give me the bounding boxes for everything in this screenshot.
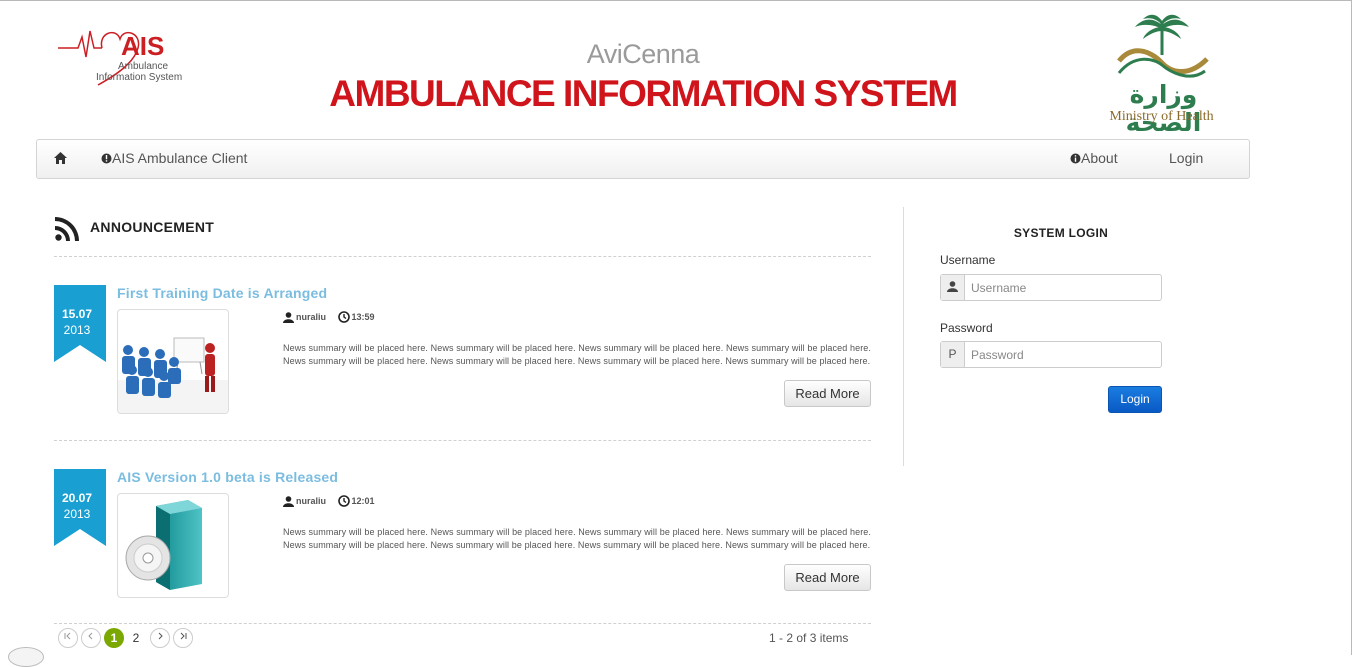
user-icon [947,281,958,292]
news-year: 2013 [63,507,91,521]
news-title-link[interactable]: First Training Date is Arranged [117,285,327,301]
software-box-illustration [125,500,202,590]
news-time: 12:01 [337,495,375,507]
training-illustration [118,337,228,413]
news-time-value: 13:59 [351,312,375,322]
chevron-right-icon [158,632,163,640]
news-item: 20.07 2013 AIS Version 1.0 beta is Relea… [54,469,871,629]
pager-prev-button[interactable] [81,628,101,648]
news-day: 15.07 [61,307,93,321]
user-icon [283,495,294,507]
ministry-of-health-logo: وزارة الصحة Ministry of Health [1095,13,1230,137]
date-ribbon: 20.07 2013 [54,469,106,546]
password-addon: P [941,342,965,367]
divider [54,440,871,441]
first-page-icon [64,632,71,640]
pager-page-1[interactable]: 1 [104,628,124,648]
avicenna-subtitle: AviCenna [586,39,700,69]
info-circle-icon [1070,153,1081,164]
nav-login-link[interactable]: Login [1169,140,1203,178]
pager-info: 1 - 2 of 3 items [769,631,849,645]
last-page-icon [180,632,187,640]
username-input[interactable] [966,275,1161,300]
info-circle-icon [101,153,112,164]
divider [54,256,871,257]
password-input[interactable] [966,342,1161,367]
nav-home-link[interactable] [54,140,68,178]
news-summary: News summary will be placed here. News s… [283,343,871,366]
news-year: 2013 [63,323,91,337]
user-addon [941,275,965,300]
username-label: Username [940,253,996,267]
chevron-left-icon [88,632,93,640]
clock-icon [337,495,350,507]
nav-about-link[interactable]: About [1070,140,1118,178]
news-author: nuraliu [283,496,326,507]
news-meta: nuraliu 13:59 [283,311,375,323]
news-day: 20.07 [61,491,93,505]
user-icon [283,311,294,323]
home-icon [54,152,67,164]
username-field-group [940,274,1162,301]
news-meta: nuraliu 12:01 [283,495,375,507]
training-presentation-image [117,309,229,414]
password-label: Password [940,321,993,335]
software-box-image [117,493,229,598]
news-time: 13:59 [337,311,375,323]
pager-page-2[interactable]: 2 [126,628,146,648]
divider [54,623,871,624]
clock-icon [337,311,350,323]
pager-last-button[interactable] [173,628,193,648]
news-title-link[interactable]: AIS Version 1.0 beta is Released [117,469,338,485]
news-author-name: nuraliu [296,495,327,506]
news-author-name: nuraliu [296,311,327,322]
top-navbar: AIS Ambulance Client About Login [36,139,1250,179]
read-more-button[interactable]: Read More [784,564,871,591]
login-button[interactable]: Login [1108,386,1162,413]
news-author: nuraliu [283,312,326,323]
system-login-heading: SYSTEM LOGIN [1013,226,1109,240]
pager-next-button[interactable] [150,628,170,648]
announcement-heading: ANNOUNCEMENT [90,219,215,235]
palm-swords-emblem-icon [1117,14,1209,78]
news-item: 15.07 2013 First Training Date is Arrang… [54,285,871,445]
corner-widget [8,647,44,667]
nav-ais-ambulance-client[interactable]: AIS Ambulance Client [101,140,247,178]
page-title: AMBULANCE INFORMATION SYSTEM [329,73,958,114]
page-header: AIS Ambulance Information System AviCenn… [0,1,1352,137]
moh-english-name: Ministry of Health [1109,109,1214,124]
password-field-group: P [940,341,1162,368]
nav-client-label: AIS Ambulance Client [112,150,248,166]
rss-feed-icon [55,217,79,241]
pager-first-button[interactable] [58,628,78,648]
nav-about-label: About [1081,150,1118,166]
read-more-button[interactable]: Read More [784,380,871,407]
news-summary: News summary will be placed here. News s… [283,527,871,550]
vertical-divider [903,207,904,466]
news-time-value: 12:01 [351,496,375,506]
date-ribbon: 15.07 2013 [54,285,106,362]
